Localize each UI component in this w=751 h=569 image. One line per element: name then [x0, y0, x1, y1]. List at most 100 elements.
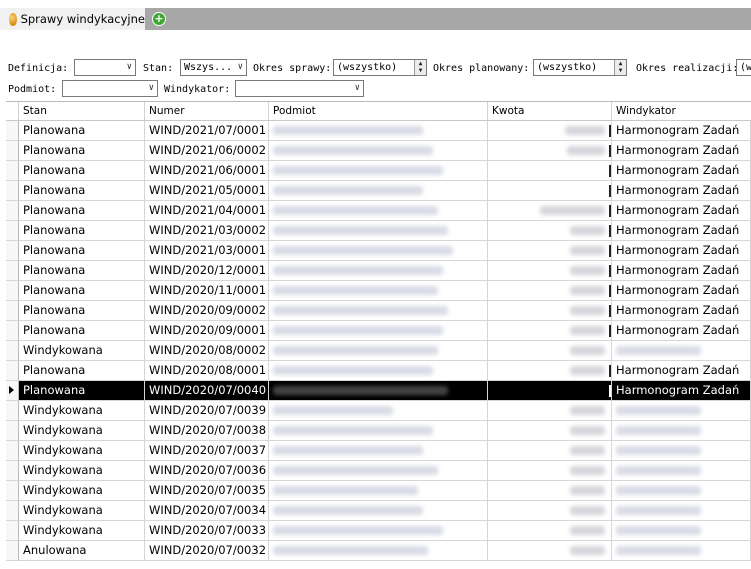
table-row[interactable]: Windykowana WIND/2020/07/0035 [6, 481, 751, 501]
cell-numer: WIND/2020/07/0039 [145, 401, 269, 421]
podmiot-select[interactable]: ∨ [62, 80, 158, 97]
row-indicator[interactable] [6, 261, 19, 281]
table-row[interactable]: Windykowana WIND/2020/08/0002 [6, 341, 751, 361]
cell-podmiot [269, 421, 488, 441]
row-indicator[interactable] [6, 141, 19, 161]
row-indicator[interactable] [6, 321, 19, 341]
redacted-value [273, 446, 423, 455]
spin-buttons-icon[interactable]: ▲ ▼ [414, 60, 426, 75]
row-indicator[interactable] [6, 241, 19, 261]
cell-kwota [488, 161, 612, 181]
row-indicator[interactable] [6, 201, 19, 221]
cell-numer: WIND/2021/03/0001 [145, 241, 269, 261]
row-indicator[interactable] [6, 481, 19, 501]
okres-realizacji-field[interactable]: (w [736, 59, 751, 76]
row-indicator[interactable] [6, 441, 19, 461]
okres-planowany-value: (wszystko) [537, 62, 598, 73]
definicja-select[interactable]: ∨ [74, 59, 136, 76]
redacted-value [273, 206, 438, 215]
table-row[interactable]: Planowana WIND/2020/11/0001 Harmonogram Za… [6, 281, 751, 301]
row-indicator[interactable] [6, 301, 19, 321]
cell-kwota [488, 501, 612, 521]
cell-stan: Windykowana [19, 441, 145, 461]
col-header-podmiot[interactable]: Podmiot [269, 102, 488, 120]
col-header-windykator[interactable]: Windykator [612, 102, 751, 120]
table-row[interactable]: Planowana WIND/2020/09/0002 Harmonogram Za… [6, 301, 751, 321]
row-indicator[interactable] [6, 181, 19, 201]
stan-select[interactable]: Wszys... ∨ [180, 59, 247, 76]
row-indicator[interactable] [6, 341, 19, 361]
cell-divider [609, 185, 611, 197]
plus-circle-icon: + [153, 12, 165, 25]
table-row[interactable]: Windykowana WIND/2020/07/0037 [6, 441, 751, 461]
redacted-value [273, 506, 423, 515]
redacted-value [616, 446, 701, 455]
table-row[interactable]: Planowana WIND/2021/06/0001 Harmonogram Za… [6, 161, 751, 181]
okres-planowany-field[interactable]: (wszystko) ▲ ▼ [533, 59, 627, 76]
table-row[interactable]: Planowana WIND/2020/09/0001 Harmonogram Za… [6, 321, 751, 341]
cell-divider [609, 245, 611, 257]
table-row[interactable]: Anulowana WIND/2020/07/0032 [6, 541, 751, 561]
redacted-value [273, 366, 433, 375]
row-indicator[interactable] [6, 381, 19, 401]
table-row[interactable]: Planowana WIND/2020/08/0001 Harmonogram Za… [6, 361, 751, 381]
okres-sprawy-value: (wszystko) [337, 62, 398, 73]
table-row[interactable]: Planowana WIND/2020/07/0040 Harmonogram Za… [6, 381, 751, 401]
table-row[interactable]: Planowana WIND/2021/04/0001 Harmonogram Za… [6, 201, 751, 221]
redacted-amount [570, 246, 605, 255]
cell-stan: Anulowana [19, 541, 145, 561]
redacted-amount [570, 266, 605, 275]
table-row[interactable]: Planowana WIND/2021/06/0002 Harmonogram Za… [6, 141, 751, 161]
col-header-numer[interactable]: Numer [145, 102, 269, 120]
cell-windykator [612, 441, 751, 461]
row-indicator[interactable] [6, 281, 19, 301]
cell-kwota [488, 421, 612, 441]
row-indicator[interactable] [6, 121, 19, 141]
add-tab-button[interactable]: + [152, 12, 166, 26]
row-indicator[interactable] [6, 421, 19, 441]
cell-kwota [488, 201, 612, 221]
table-row[interactable]: Windykowana WIND/2020/07/0039 [6, 401, 751, 421]
redacted-value [273, 326, 443, 335]
cell-stan: Windykowana [19, 521, 145, 541]
redacted-amount [570, 226, 605, 235]
row-indicator[interactable] [6, 401, 19, 421]
cell-podmiot [269, 341, 488, 361]
table-row[interactable]: Planowana WIND/2021/07/0001 Harmonogram Za… [6, 121, 751, 141]
row-indicator[interactable] [6, 541, 19, 561]
cell-kwota [488, 301, 612, 321]
table-row[interactable]: Planowana WIND/2021/03/0002 Harmonogram Za… [6, 221, 751, 241]
col-header-stan[interactable]: Stan [19, 102, 145, 120]
row-indicator[interactable] [6, 161, 19, 181]
table-row[interactable]: Windykowana WIND/2020/07/0033 [6, 521, 751, 541]
row-indicator[interactable] [6, 221, 19, 241]
table-row[interactable]: Planowana WIND/2021/03/0001 Harmonogram Za… [6, 241, 751, 261]
redacted-amount [570, 546, 605, 555]
redacted-value [273, 406, 393, 415]
row-indicator[interactable] [6, 521, 19, 541]
cell-podmiot [269, 521, 488, 541]
row-indicator[interactable] [6, 461, 19, 481]
windykator-select[interactable]: ∨ [235, 80, 364, 97]
row-indicator[interactable] [6, 361, 19, 381]
cell-kwota [488, 401, 612, 421]
cases-grid[interactable]: Stan Numer Podmiot Kwota Windykator Plan… [6, 101, 751, 569]
table-row[interactable]: Windykowana WIND/2020/07/0038 [6, 421, 751, 441]
cell-numer: WIND/2020/08/0002 [145, 341, 269, 361]
cell-podmiot [269, 301, 488, 321]
row-indicator[interactable] [6, 501, 19, 521]
redacted-value [273, 166, 443, 175]
cell-stan: Windykowana [19, 501, 145, 521]
cell-podmiot [269, 241, 488, 261]
okres-sprawy-field[interactable]: (wszystko) ▲ ▼ [333, 59, 427, 76]
tab-sprawy-windykacyjne[interactable]: Sprawy windykacyjne [0, 8, 145, 30]
spin-buttons-icon[interactable]: ▲ ▼ [614, 60, 626, 75]
redacted-value [273, 546, 428, 555]
table-row[interactable]: Windykowana WIND/2020/07/0034 [6, 501, 751, 521]
col-header-kwota[interactable]: Kwota [488, 102, 612, 120]
okres-realizacji-value: (w [740, 62, 751, 73]
cell-divider [609, 365, 611, 377]
table-row[interactable]: Windykowana WIND/2020/07/0036 [6, 461, 751, 481]
table-row[interactable]: Planowana WIND/2021/05/0001 Harmonogram Za… [6, 181, 751, 201]
table-row[interactable]: Planowana WIND/2020/12/0001 Harmonogram Za… [6, 261, 751, 281]
